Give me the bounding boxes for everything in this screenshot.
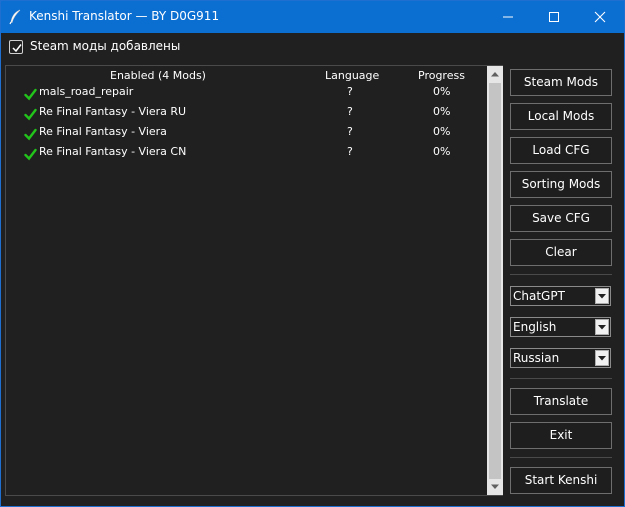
table-scrollbar[interactable] bbox=[487, 66, 503, 495]
minimize-button[interactable] bbox=[485, 1, 531, 33]
save-cfg-button[interactable]: Save CFG bbox=[510, 205, 612, 232]
table-row[interactable]: Re Final Fantasy - Viera ? 0% bbox=[6, 123, 486, 143]
checkmark-icon bbox=[12, 44, 22, 53]
chevron-down-icon bbox=[598, 294, 606, 299]
engine-select-dropdown-button[interactable] bbox=[595, 288, 609, 304]
chevron-down-icon bbox=[598, 325, 606, 330]
mod-name: Re Final Fantasy - Viera bbox=[39, 125, 167, 138]
table-row[interactable]: Re Final Fantasy - Viera CN ? 0% bbox=[6, 143, 486, 163]
scroll-down-button[interactable] bbox=[487, 479, 503, 495]
separator bbox=[510, 378, 612, 379]
source-language-value: English bbox=[513, 320, 557, 334]
engine-select[interactable]: ChatGPT bbox=[510, 286, 611, 306]
arrow-down-icon bbox=[491, 484, 499, 489]
steam-mods-checkbox[interactable] bbox=[9, 40, 23, 54]
mod-name: Re Final Fantasy - Viera CN bbox=[39, 145, 187, 158]
source-language-select[interactable]: English bbox=[510, 317, 611, 337]
target-language-dropdown-button[interactable] bbox=[595, 350, 609, 366]
scrollbar-thumb[interactable] bbox=[489, 83, 501, 479]
maximize-icon bbox=[549, 12, 559, 22]
table-row[interactable]: mals_road_repair ? 0% bbox=[6, 83, 486, 103]
close-button[interactable] bbox=[577, 1, 623, 33]
mod-progress: 0% bbox=[433, 105, 451, 118]
window-title: Kenshi Translator — BY D0G911 bbox=[29, 9, 220, 23]
steam-mods-button[interactable]: Steam Mods bbox=[510, 69, 612, 96]
separator bbox=[510, 274, 612, 275]
sorting-mods-button[interactable]: Sorting Mods bbox=[510, 171, 612, 198]
close-icon bbox=[594, 11, 606, 23]
mod-progress: 0% bbox=[433, 125, 451, 138]
mod-language: ? bbox=[347, 85, 353, 98]
mod-language: ? bbox=[347, 125, 353, 138]
maximize-button[interactable] bbox=[531, 1, 577, 33]
mod-progress: 0% bbox=[433, 85, 451, 98]
source-language-dropdown-button[interactable] bbox=[595, 319, 609, 335]
scroll-up-button[interactable] bbox=[487, 66, 503, 82]
column-header-enabled[interactable]: Enabled (4 Mods) bbox=[110, 69, 206, 82]
target-language-value: Russian bbox=[513, 351, 560, 365]
mods-table[interactable]: Enabled (4 Mods) Language Progress mals_… bbox=[5, 65, 503, 496]
clear-button[interactable]: Clear bbox=[510, 239, 612, 266]
mod-progress: 0% bbox=[433, 145, 451, 158]
translate-button[interactable]: Translate bbox=[510, 388, 612, 415]
mod-name: mals_road_repair bbox=[39, 85, 134, 98]
mod-name: Re Final Fantasy - Viera RU bbox=[39, 105, 187, 118]
mod-language: ? bbox=[347, 145, 353, 158]
separator bbox=[510, 457, 612, 458]
target-language-select[interactable]: Russian bbox=[510, 348, 611, 368]
engine-select-value: ChatGPT bbox=[513, 289, 565, 303]
exit-button[interactable]: Exit bbox=[510, 422, 612, 449]
title-bar[interactable]: Kenshi Translator — BY D0G911 bbox=[1, 1, 624, 33]
minimize-icon bbox=[503, 16, 513, 18]
steam-mods-checkbox-label: Steam моды добавлены bbox=[30, 39, 181, 53]
local-mods-button[interactable]: Local Mods bbox=[510, 103, 612, 130]
green-check-icon bbox=[24, 146, 37, 165]
arrow-up-icon bbox=[491, 72, 499, 77]
chevron-down-icon bbox=[598, 356, 606, 361]
app-window: Kenshi Translator — BY D0G911 Steam моды… bbox=[0, 0, 625, 507]
column-header-progress[interactable]: Progress bbox=[418, 69, 465, 82]
mod-language: ? bbox=[347, 105, 353, 118]
start-kenshi-button[interactable]: Start Kenshi bbox=[510, 467, 612, 494]
quill-icon bbox=[8, 9, 22, 25]
column-header-language[interactable]: Language bbox=[325, 69, 379, 82]
table-row[interactable]: Re Final Fantasy - Viera RU ? 0% bbox=[6, 103, 486, 123]
load-cfg-button[interactable]: Load CFG bbox=[510, 137, 612, 164]
